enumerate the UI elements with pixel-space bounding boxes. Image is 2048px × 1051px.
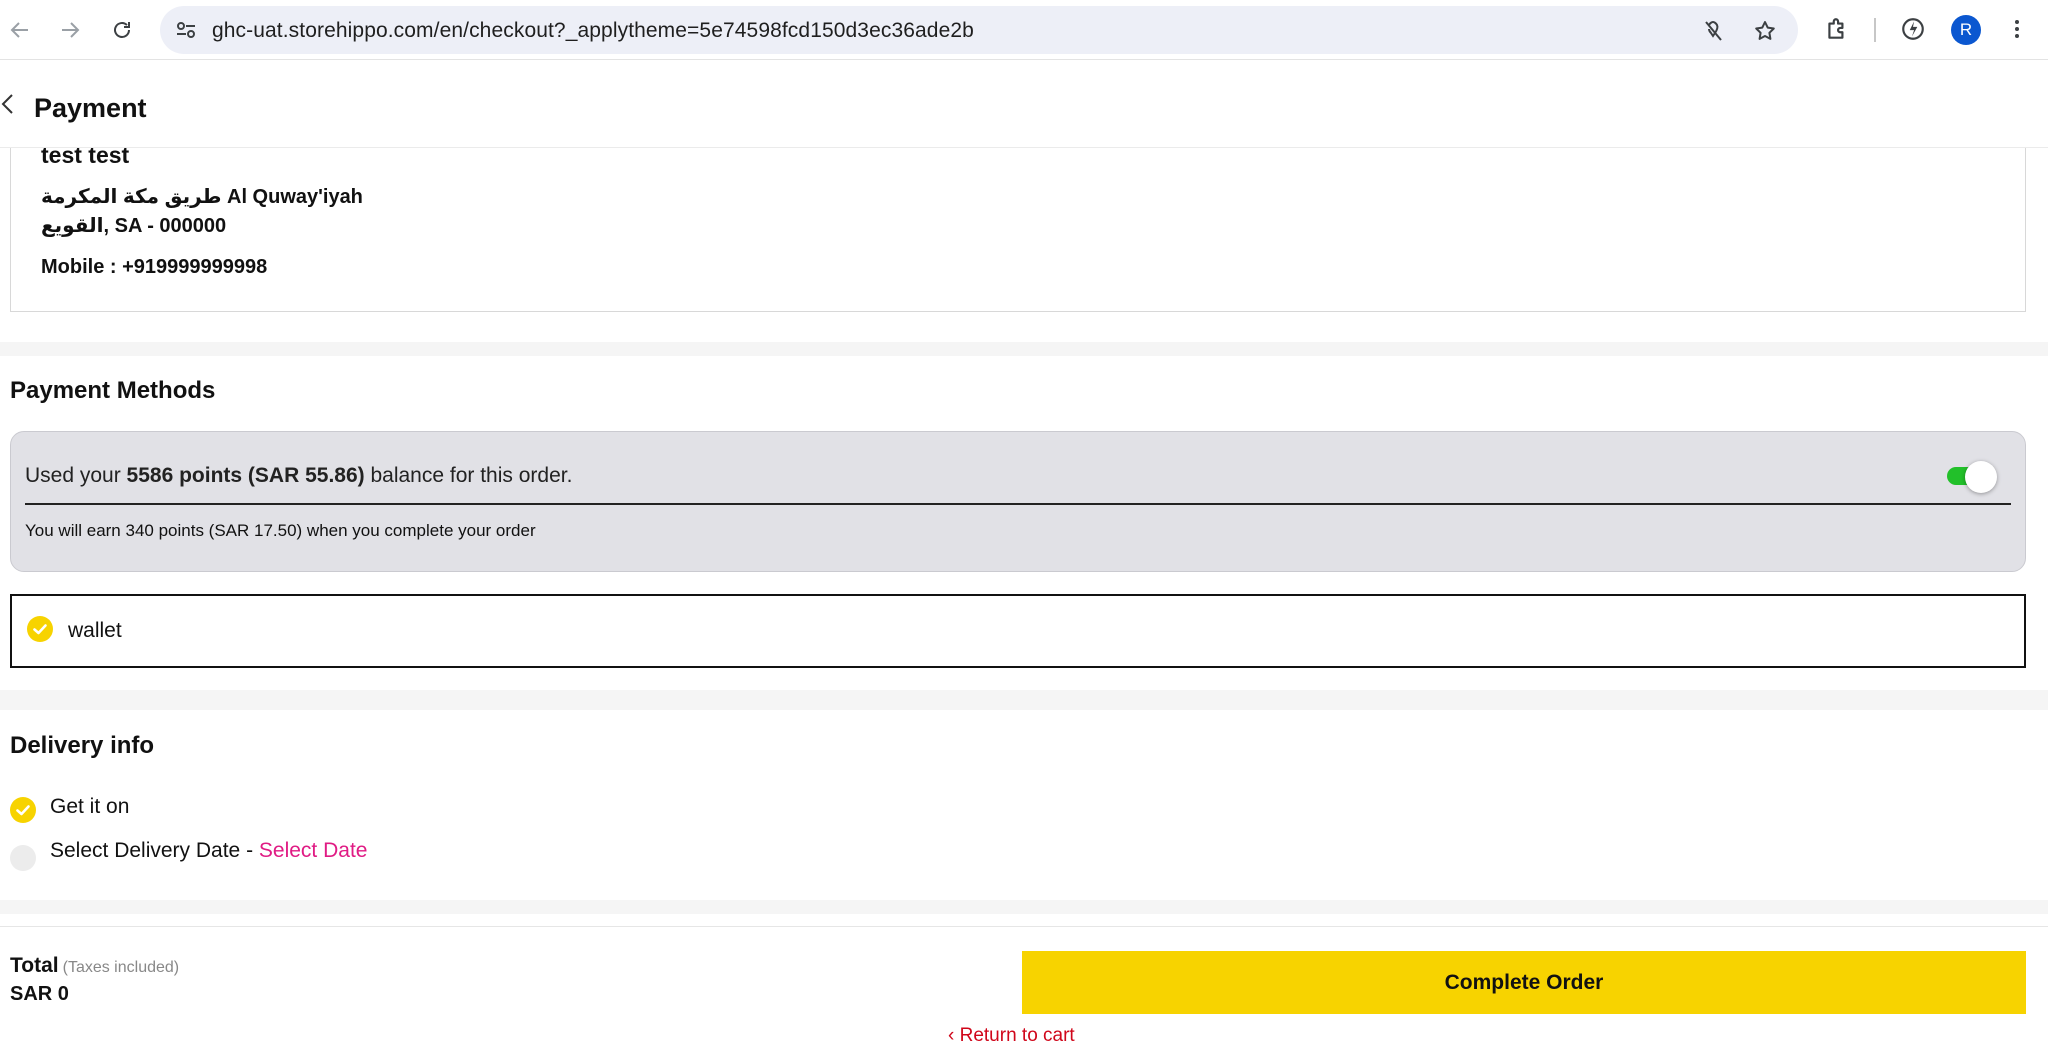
reload-icon[interactable]: [104, 12, 140, 48]
bookmark-star-icon[interactable]: [1752, 18, 1778, 44]
tax-note: (Taxes included): [62, 959, 180, 976]
delivery-info-title: Delivery info: [10, 732, 155, 759]
browser-toolbar: ghc-uat.storehippo.com/en/checkout?_appl…: [0, 0, 2048, 60]
payment-methods-title: Payment Methods: [10, 377, 216, 404]
delivery-option-select-date[interactable]: Select Delivery Date - Select Date: [50, 839, 367, 863]
section-divider: [0, 342, 2048, 356]
address-line-1: طريق مكة المكرمة Al Quway'iyah: [41, 186, 363, 208]
address-bar[interactable]: ghc-uat.storehippo.com/en/checkout?_appl…: [160, 6, 1798, 54]
toolbar-separator: [1874, 18, 1876, 42]
tracking-protection-icon[interactable]: [1700, 18, 1726, 44]
forward-arrow-icon[interactable]: [52, 12, 88, 48]
check-circle-icon[interactable]: [10, 797, 36, 823]
complete-order-button[interactable]: Complete Order: [1022, 951, 2026, 1014]
select-date-link[interactable]: Select Date: [259, 839, 368, 862]
delivery-option-get-it-on[interactable]: Get it on: [50, 795, 129, 819]
page-header: Payment: [0, 60, 2048, 148]
checkout-footer: Total (Taxes included) SAR 0 Complete Ord…: [0, 926, 2048, 1051]
points-divider: [25, 503, 2011, 505]
site-settings-icon[interactable]: [174, 18, 198, 42]
address-mobile: Mobile : +919999999998: [41, 256, 268, 278]
wallet-label: wallet: [68, 619, 122, 642]
total-label: Total (Taxes included): [10, 954, 180, 977]
radio-unselected-icon[interactable]: [10, 845, 36, 871]
earn-points-text: You will earn 340 points (SAR 17.50) whe…: [25, 521, 536, 540]
back-arrow-icon[interactable]: [2, 12, 38, 48]
total-value: SAR 0: [10, 983, 69, 1005]
performance-icon[interactable]: [1898, 14, 1928, 44]
shipping-address-card: test test طريق مكة المكرمة Al Quway'iyah…: [10, 136, 2026, 312]
section-divider: [0, 900, 2048, 914]
return-to-cart-link[interactable]: ‹ Return to cart: [948, 1025, 1075, 1047]
points-amount: 5586 points (SAR 55.86): [126, 464, 365, 487]
extensions-icon[interactable]: [1822, 14, 1852, 44]
section-divider: [0, 690, 2048, 710]
check-circle-icon: [27, 616, 53, 642]
payment-option-wallet[interactable]: wallet: [10, 594, 2026, 668]
page-title: Payment: [34, 93, 147, 123]
menu-dots-icon[interactable]: [2002, 14, 2032, 44]
points-toggle[interactable]: [1945, 461, 1997, 493]
url-text[interactable]: ghc-uat.storehippo.com/en/checkout?_appl…: [212, 19, 974, 43]
address-line-2: القويع, SA - 000000: [41, 215, 227, 237]
points-balance-box: Used your 5586 points (SAR 55.86) balanc…: [10, 431, 2026, 572]
chevron-left-icon[interactable]: [0, 93, 18, 115]
profile-avatar[interactable]: R: [1951, 15, 1981, 45]
points-used-text: Used your 5586 points (SAR 55.86) balanc…: [25, 464, 573, 487]
